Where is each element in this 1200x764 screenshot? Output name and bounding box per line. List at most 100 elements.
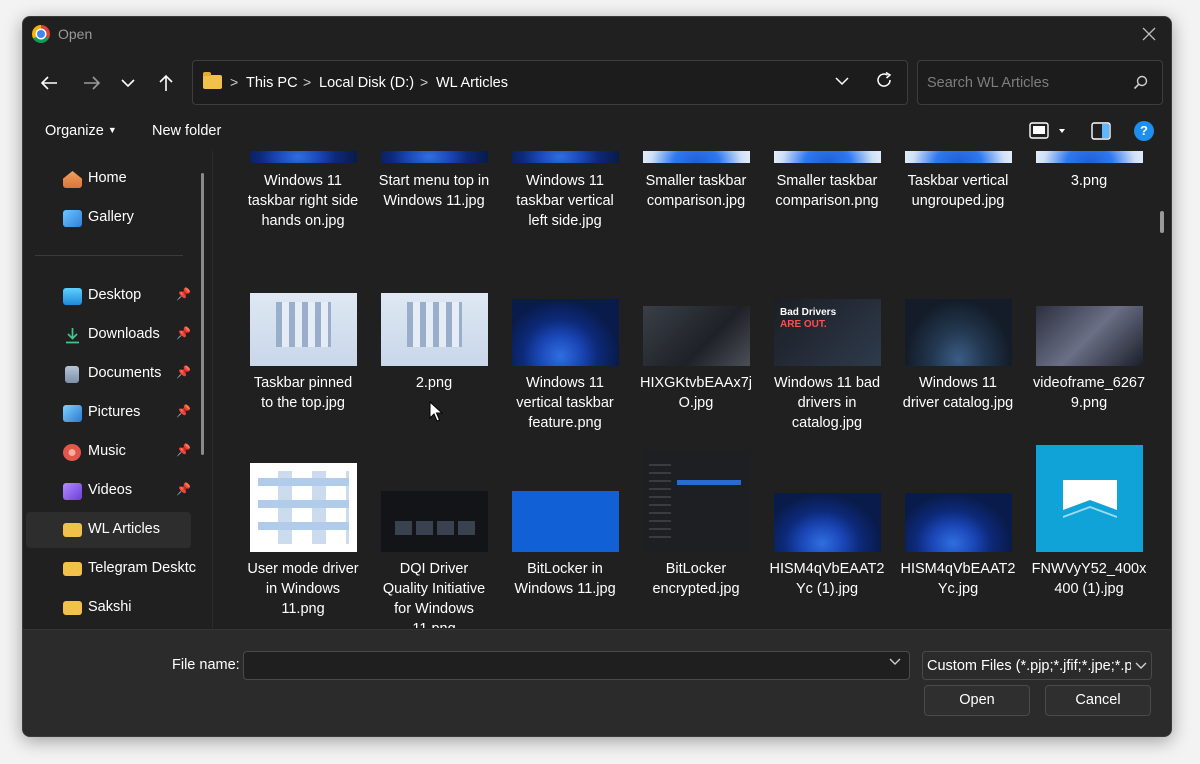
- file-name: Windows 11 bad drivers in catalog.jpg: [773, 375, 881, 431]
- file-name: User mode driver in Windows 11.png: [247, 561, 359, 617]
- search-box[interactable]: Search WL Articles: [917, 60, 1163, 105]
- organize-button[interactable]: Organize ▼: [45, 123, 117, 139]
- sidebar-scrollbar[interactable]: [201, 173, 204, 455]
- file-thumbnail: [1036, 151, 1143, 163]
- sidebar-item-home[interactable]: Home: [26, 161, 191, 197]
- sidebar-item-telegram-desktop[interactable]: Telegram Desktc: [26, 551, 196, 587]
- file-name: BitLocker encrypted.jpg: [652, 561, 740, 597]
- sidebar-item-documents[interactable]: Documents 📌: [26, 356, 191, 392]
- documents-icon: [65, 366, 79, 383]
- file-name: DQI DriverQuality Initiativefor Windows1…: [382, 561, 486, 628]
- sidebar-item-label: Desktop: [88, 287, 142, 303]
- file-thumbnail: Bad Drivers ARE OUT.: [774, 299, 881, 366]
- file-thumbnail: [905, 299, 1012, 366]
- breadcrumb-this-pc[interactable]: This PC: [246, 75, 298, 91]
- windows-latest-logo: [1062, 479, 1117, 518]
- content-area: Home Gallery Desktop 📌 Downloads 📌 Docum…: [23, 151, 1171, 628]
- title-bar: Open: [23, 17, 1171, 51]
- file-type-value: Custom Files (*.pjp;*.jfif;*.jpe;*.p: [927, 658, 1133, 674]
- organize-label: Organize: [45, 123, 104, 139]
- file-name: Taskbar vertical ungrouped.jpg: [907, 173, 1009, 209]
- sidebar-item-sakshi[interactable]: Sakshi: [26, 590, 191, 626]
- forward-button[interactable]: [78, 69, 106, 97]
- file-name: FNWVyY52_400x 400 (1).jpg: [1031, 561, 1147, 597]
- thumb-text: ARE OUT.: [780, 319, 827, 330]
- sidebar-item-label: Home: [88, 170, 127, 186]
- file-thumbnail: [512, 299, 619, 366]
- breadcrumb-wl-articles[interactable]: WL Articles: [436, 75, 508, 91]
- file-name-input[interactable]: [243, 651, 910, 680]
- navigation-bar: > This PC > Local Disk (D:) > WL Article…: [23, 59, 1171, 107]
- sidebar-item-pictures[interactable]: Pictures 📌: [26, 395, 191, 431]
- change-view-button[interactable]: [1029, 121, 1071, 146]
- open-button[interactable]: Open: [924, 685, 1030, 716]
- file-thumbnail: [381, 151, 488, 163]
- sidebar-item-videos[interactable]: Videos 📌: [26, 473, 191, 509]
- close-button[interactable]: [1133, 21, 1165, 47]
- file-name: Smaller taskbar comparison.png: [775, 173, 879, 209]
- pin-icon: 📌: [176, 404, 191, 418]
- chevron-down-icon[interactable]: [889, 658, 901, 666]
- file-type-select[interactable]: Custom Files (*.pjp;*.jfif;*.jpe;*.p: [922, 651, 1152, 680]
- open-dialog: Open > This PC > Local Disk (D:) > WL Ar…: [22, 16, 1172, 737]
- address-bar[interactable]: > This PC > Local Disk (D:) > WL Article…: [192, 60, 908, 105]
- file-thumbnail: [1036, 445, 1143, 552]
- file-thumbnail: [512, 151, 619, 163]
- chevron-down-icon: [835, 77, 849, 86]
- arrow-up-icon: [159, 74, 173, 91]
- sidebar-item-label: Music: [88, 443, 126, 459]
- recent-locations-button[interactable]: [114, 69, 142, 97]
- sidebar-item-gallery[interactable]: Gallery: [26, 200, 191, 236]
- back-button[interactable]: [35, 69, 63, 97]
- file-name: Windows 11 taskbar vertical left side.jpg: [516, 173, 614, 229]
- downloads-icon: [66, 328, 79, 344]
- up-button[interactable]: [152, 69, 180, 97]
- chrome-icon: [32, 25, 50, 43]
- file-thumbnail: [1036, 306, 1143, 366]
- file-thumbnail: [643, 151, 750, 163]
- file-name: videoframe_6267 9.png: [1032, 375, 1146, 411]
- sidebar-item-label: Telegram Desktc: [88, 560, 196, 576]
- file-thumbnail: [250, 293, 357, 366]
- cancel-button[interactable]: Cancel: [1045, 685, 1151, 716]
- file-name: 2.png: [415, 375, 453, 391]
- pin-icon: 📌: [176, 326, 191, 340]
- file-thumbnail: [250, 151, 357, 163]
- address-dropdown-button[interactable]: [835, 73, 849, 91]
- file-name: HIXGKtvbEAAx7j O.jpg: [639, 375, 752, 411]
- folder-icon: [63, 601, 82, 615]
- folder-icon: [63, 523, 82, 537]
- chevron-down-icon: [1135, 662, 1147, 669]
- pin-icon: 📌: [176, 365, 191, 379]
- file-type-dropdown[interactable]: [1131, 652, 1151, 679]
- window-title: Open: [58, 26, 93, 42]
- thumb-text: Bad Drivers: [780, 307, 837, 318]
- sidebar-item-music[interactable]: Music 📌: [26, 434, 191, 470]
- file-name: Start menu top in Windows 11.jpg: [378, 173, 490, 209]
- file-name: Taskbar pinned to the top.jpg: [253, 375, 353, 411]
- file-thumbnail: [905, 493, 1012, 552]
- pin-icon: 📌: [176, 482, 191, 496]
- help-icon[interactable]: ?: [1134, 121, 1154, 141]
- music-icon: [63, 444, 81, 461]
- folder-icon: [63, 562, 82, 576]
- pin-icon: 📌: [176, 443, 191, 457]
- file-thumbnail: [643, 450, 750, 552]
- view-options-icon: [1029, 122, 1065, 139]
- folder-icon: [203, 72, 222, 89]
- sidebar-item-label: WL Articles: [88, 521, 160, 537]
- sidebar-item-downloads[interactable]: Downloads 📌: [26, 317, 191, 353]
- refresh-button[interactable]: [875, 71, 893, 94]
- sidebar-item-wl-articles[interactable]: WL Articles: [26, 512, 191, 548]
- file-thumbnail: [512, 491, 619, 552]
- file-name: Smaller taskbar comparison.jpg: [645, 173, 747, 209]
- sidebar-divider: [35, 255, 183, 256]
- content-scrollbar[interactable]: [1160, 211, 1164, 233]
- new-folder-button[interactable]: New folder: [152, 123, 221, 139]
- breadcrumb-local-disk[interactable]: Local Disk (D:): [319, 75, 414, 91]
- sidebar-item-label: Sakshi: [88, 599, 132, 615]
- preview-pane-button[interactable]: [1091, 121, 1111, 146]
- sidebar-item-desktop[interactable]: Desktop 📌: [26, 278, 191, 314]
- refresh-icon: [877, 71, 892, 87]
- search-input[interactable]: Search WL Articles: [927, 75, 1049, 91]
